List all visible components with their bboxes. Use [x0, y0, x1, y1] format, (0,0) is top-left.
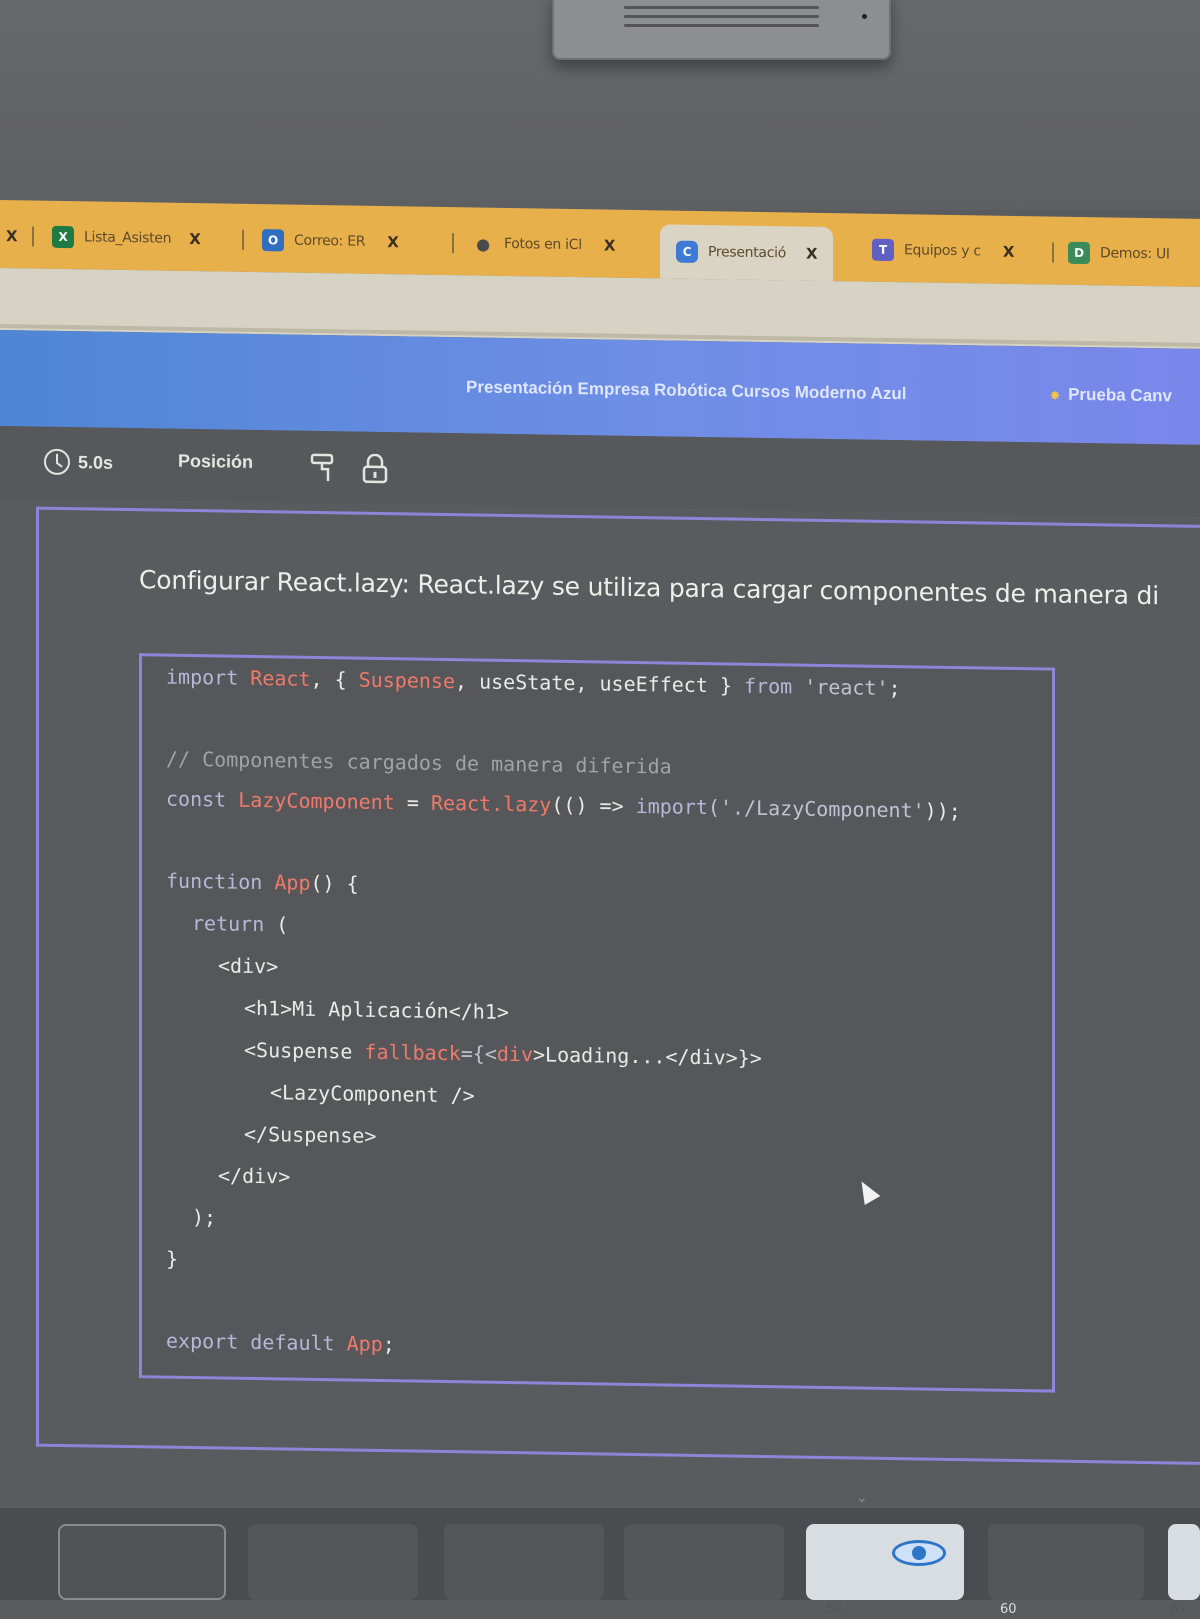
teams-icon: T — [872, 238, 894, 262]
lock-icon[interactable] — [362, 453, 388, 488]
code-line-const: const LazyComponent = React.lazy(() => i… — [166, 786, 961, 824]
slide-intro-text[interactable]: Configurar React.lazy: React.lazy se uti… — [139, 565, 1159, 610]
code-block[interactable]: import React, { Suspense, useState, useE… — [139, 653, 1055, 1393]
projected-screen: X X Lista_Asisten X O Correo: ER X ● Fot… — [0, 200, 1200, 1619]
slide-thumbnail[interactable] — [248, 1524, 418, 1600]
tab-close-button[interactable]: X — [387, 233, 398, 251]
slide-thumbnail-selected[interactable]: 59 — [806, 1524, 964, 1617]
tab-fotos-icloud[interactable]: ● Fotos en iCl X — [472, 221, 615, 267]
tab-close-button[interactable]: X — [189, 230, 200, 248]
page-number: 60 — [1000, 1602, 1017, 1617]
tab-close-button[interactable]: X — [604, 236, 615, 254]
slide-thumbnail[interactable]: 61 — [1168, 1524, 1200, 1617]
code-line-lazy-component: <LazyComponent /> — [270, 1080, 475, 1108]
tab-correo[interactable]: O Correo: ER X — [262, 218, 398, 264]
tab-close-button[interactable]: X — [806, 245, 817, 263]
duration-button[interactable]: 5.0s — [44, 448, 114, 476]
code-line-return: return ( — [192, 911, 289, 937]
tab-separator — [452, 233, 454, 254]
slide-thumbnail[interactable] — [444, 1524, 604, 1600]
tab-label: Equipos y c — [904, 242, 981, 260]
code-line-div-open: <div> — [218, 953, 279, 979]
slide-thumbnail[interactable]: 60 — [988, 1524, 1144, 1617]
canva-header-banner: Presentación Empresa Robótica Cursos Mod… — [0, 330, 1200, 445]
code-line-1: import React, { Suspense, useState, useE… — [166, 664, 901, 701]
trial-button[interactable]: ✸ Prueba Canv — [1050, 384, 1172, 406]
code-line-function-close: } — [166, 1246, 179, 1271]
tab-close-button[interactable]: X — [1003, 243, 1014, 261]
code-line-suspense-close: </Suspense> — [244, 1121, 377, 1148]
tab-separator — [32, 226, 34, 247]
slide-thumbnail-strip: 59 60 61 — [0, 1508, 1200, 1617]
tab-lista-asistentes[interactable]: X Lista_Asisten X — [52, 215, 200, 261]
eye-icon[interactable] — [892, 1540, 946, 1566]
tab-close-previous[interactable]: X — [0, 214, 17, 258]
tab-separator — [1052, 242, 1054, 263]
clock-icon — [44, 448, 70, 476]
ceiling-projector — [552, 0, 891, 60]
code-line-div-close: </div> — [218, 1163, 291, 1189]
tab-label: Correo: ER — [294, 232, 366, 250]
apple-icon: ● — [476, 233, 490, 254]
crown-icon: ✸ — [1050, 388, 1061, 403]
tab-label: Presentació — [708, 244, 786, 262]
slide-canvas[interactable]: Configurar React.lazy: React.lazy se uti… — [36, 506, 1200, 1465]
page-number: 61 — [1170, 1602, 1187, 1617]
code-line-function: function App() { — [166, 868, 359, 896]
code-line-h1: <h1>Mi Aplicación</h1> — [244, 995, 509, 1024]
tab-demos[interactable]: D Demos: UI — [1068, 231, 1170, 277]
code-line-comment: // Componentes cargados de manera diferi… — [166, 746, 672, 779]
paint-roller-icon[interactable] — [310, 453, 336, 487]
position-button[interactable]: Posición — [178, 451, 253, 473]
code-line-suspense-open: <Suspense fallback={<div>Loading...</div… — [244, 1037, 762, 1070]
duration-label: 5.0s — [78, 451, 114, 473]
code-line-export: export default App; — [166, 1328, 395, 1357]
slide-thumbnail[interactable] — [58, 1524, 226, 1600]
tab-presentacion-active[interactable]: C Presentació X — [660, 224, 834, 282]
outlook-icon: O — [262, 229, 284, 252]
tab-label: Fotos en iCl — [504, 235, 582, 254]
slide-thumbnail[interactable] — [624, 1524, 784, 1600]
position-label: Posición — [178, 450, 254, 472]
app-icon: D — [1068, 241, 1090, 265]
canva-icon: C — [676, 240, 698, 263]
page-number: 59 — [826, 1602, 843, 1617]
tab-label: Lista_Asisten — [84, 229, 172, 247]
code-line-return-close: ); — [192, 1205, 217, 1230]
presentation-title[interactable]: Presentación Empresa Robótica Cursos Mod… — [466, 377, 907, 404]
excel-icon: X — [52, 225, 74, 249]
tab-equipos[interactable]: T Equipos y c X — [872, 228, 1014, 274]
tab-separator — [242, 229, 244, 250]
chevron-down-icon[interactable]: ⌄ — [856, 1490, 868, 1506]
tab-label: Demos: UI — [1100, 245, 1170, 263]
